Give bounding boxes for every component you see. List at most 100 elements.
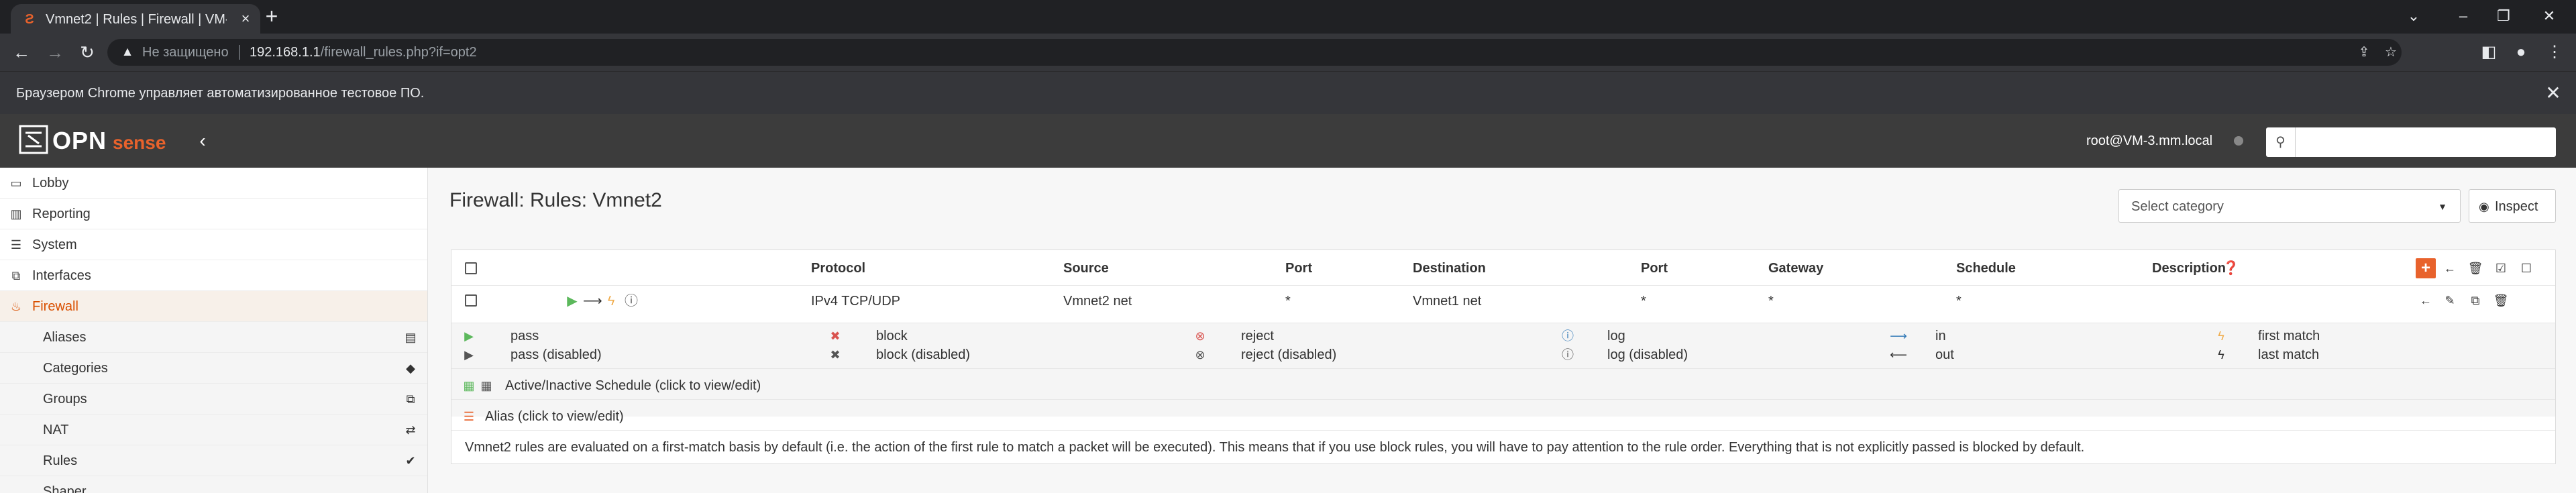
log-icon: ⓘ [1562,329,1574,343]
add-rule-button[interactable]: + [2416,258,2436,278]
sidebar-item-label: Aliases [43,330,87,345]
rule-schedule: * [1956,294,1962,309]
sidebar: ▭ Lobby ▥ Reporting ☰ System ⧉ Interface… [0,168,428,493]
direction-in-icon: ⟶ [1890,329,1907,343]
sidebar-item-label: Reporting [32,207,91,221]
direction-out-icon: ⟵ [1890,348,1907,362]
select-all-checkbox[interactable] [465,262,477,274]
sidebar-item-firewall[interactable]: ♨ Firewall [0,291,427,322]
forward-icon[interactable]: → [43,40,67,64]
inspect-button[interactable]: ◉ Inspect [2469,189,2556,223]
sidebar-item-rules[interactable]: Rules ✔ [0,445,427,476]
legend-last-match: last match [2258,347,2320,362]
new-tab-button[interactable]: + [260,5,283,28]
column-header-gateway[interactable]: Gateway [1768,260,1823,276]
edit-rule-icon[interactable]: ✎ [2440,290,2460,311]
rule-row-checkbox[interactable] [465,294,477,307]
disable-selected-icon[interactable]: ☐ [2516,258,2536,278]
global-search-input[interactable]: ⚲ [2266,127,2556,157]
sidebar-item-lobby[interactable]: ▭ Lobby [0,168,427,199]
sidebar-item-groups[interactable]: Groups ⧉ [0,384,427,415]
server-icon: ☰ [10,238,22,252]
clone-rule-icon[interactable]: ⧉ [2465,290,2485,311]
rule-info-icon[interactable]: ⓘ [623,293,639,309]
tags-icon: ◆ [406,362,415,375]
user-label[interactable]: root@VM-3.mm.local [2086,133,2212,149]
insecure-label: Не защищено [142,45,229,60]
tab-search-button[interactable]: ⌄ [2400,4,2427,28]
column-header-destination[interactable]: Destination [1413,260,1486,276]
last-match-icon: ϟ [2218,348,2224,362]
alias-list-icon: ☰ [463,410,475,423]
legend-pass-disabled: pass (disabled) [511,347,602,362]
sidebar-item-interfaces[interactable]: ⧉ Interfaces [0,260,427,291]
block-disabled-icon: ✖ [830,348,841,362]
close-window-button[interactable]: ✕ [2536,4,2563,28]
tab-close-icon[interactable]: × [236,9,255,28]
legend-alias-divider [451,399,2555,400]
legend-schedule: Active/Inactive Schedule (click to view/… [505,378,761,393]
log-disabled-icon: ⓘ [1562,348,1574,362]
browser-toolbar: ← → ↻ ▲ Не защищено 192.168.1.1/firewall… [0,34,2576,71]
move-selected-icon[interactable]: ← [2440,258,2460,278]
sidebar-item-system[interactable]: ☰ System [0,229,427,260]
rule-protocol: IPv4 TCP/UDP [811,294,900,309]
back-icon[interactable]: ← [9,40,34,64]
delete-selected-icon[interactable]: 🗑 [2465,258,2485,278]
header-divider [451,285,2555,286]
legend-log: log [1607,329,1625,343]
sidebar-item-nat[interactable]: NAT ⇄ [0,415,427,445]
sitemap-icon: ⧉ [11,269,21,282]
pass-disabled-icon: ▶ [464,348,474,362]
search-icon: ⚲ [2266,127,2296,157]
column-header-source[interactable]: Source [1063,260,1109,276]
sidebar-item-categories[interactable]: Categories ◆ [0,353,427,384]
legend-out: out [1935,347,1954,362]
sidebar-item-reporting[interactable]: ▥ Reporting [0,199,427,229]
delete-rule-icon[interactable]: 🗑 [2491,290,2511,311]
share-icon[interactable]: ⇪ [2355,44,2373,60]
caret-down-icon: ▼ [2438,201,2447,212]
column-header-description[interactable]: Description [2152,260,2226,276]
infobar-close-icon[interactable]: ✕ [2541,81,2565,105]
address-url[interactable]: 192.168.1.1/firewall_rules.php?if=opt2 [250,44,477,60]
legend-log-disabled: log (disabled) [1607,347,1688,362]
column-header-schedule[interactable]: Schedule [1956,260,2016,276]
warning-icon[interactable]: ▲ [119,44,136,60]
first-match-icon: ϟ [2218,329,2224,343]
browser-tab[interactable]: Ƨ Vmnet2 | Rules | Firewall | VM-3.m × [11,4,260,34]
sidebar-item-aliases[interactable]: Aliases ▤ [0,322,427,353]
enable-selected-icon[interactable]: ☑ [2491,258,2511,278]
sitemap-icon: ⧉ [406,392,415,406]
column-header-source-port[interactable]: Port [1285,260,1312,276]
calendar-inactive-icon: ▦ [480,379,492,392]
minimize-button[interactable]: – [2450,4,2477,28]
info-circle-icon[interactable]: ❓ [2222,260,2239,276]
pass-icon: ▶ [464,329,474,343]
sidebar-collapse-icon[interactable]: ‹ [193,129,212,153]
sidepanel-icon[interactable]: ◧ [2477,40,2501,64]
column-header-protocol[interactable]: Protocol [811,260,865,276]
address-bar[interactable]: ▲ Не защищено 192.168.1.1/firewall_rules… [107,39,2402,66]
first-match-icon: ϟ [607,294,615,309]
menu-icon[interactable]: ⋮ [2542,40,2567,64]
move-rule-icon[interactable]: ← [2416,290,2436,311]
status-indicator-icon[interactable] [2234,136,2243,146]
sidebar-item-shaper[interactable]: Shaper [0,476,427,493]
category-select[interactable]: Select category ▼ [2118,189,2461,223]
restore-button[interactable]: ❐ [2490,4,2517,28]
svg-text:OPN: OPN [52,127,107,154]
opnsense-logo[interactable]: OPN sense [19,123,174,157]
inspect-label: Inspect [2495,199,2538,214]
tab-title: Vmnet2 | Rules | Firewall | VM-3.m [46,12,227,27]
profile-icon[interactable]: ● [2509,40,2533,64]
legend-first-match: first match [2258,329,2320,343]
reload-icon[interactable]: ↻ [75,40,99,64]
star-icon[interactable]: ☆ [2381,44,2400,60]
legend-alias: Alias (click to view/edit) [485,409,624,424]
pass-icon[interactable]: ▶ [564,293,580,309]
column-header-destination-port[interactable]: Port [1641,260,1668,276]
sidebar-item-label: Interfaces [32,268,91,283]
rules-footer-note: Vmnet2 rules are evaluated on a first-ma… [465,440,2085,455]
infobar-text: Браузером Chrome управляет автоматизиров… [16,86,425,101]
